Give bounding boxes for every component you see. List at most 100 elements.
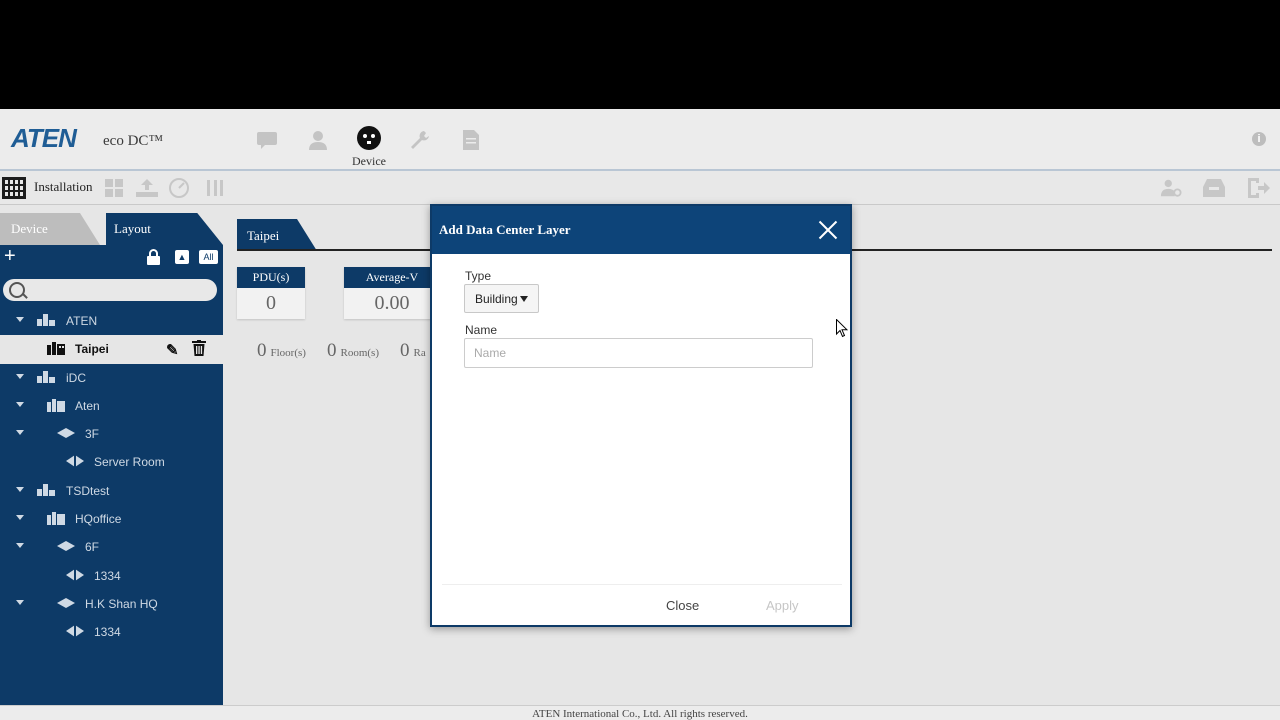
room-icon	[66, 455, 84, 468]
stat-card-value: 0.00	[374, 292, 410, 314]
count-unit: Floor(s)	[270, 347, 306, 359]
rack-count: 0 Ra	[400, 340, 426, 362]
search-icon	[9, 282, 25, 298]
tree-node-taipei[interactable]: Taipei ✎	[0, 335, 223, 364]
stat-card-average-v: Average-V 0.00	[344, 267, 440, 319]
apply-button[interactable]: Apply	[766, 598, 799, 613]
tab-device[interactable]: Device	[0, 213, 100, 245]
product-name: eco DC™	[103, 133, 164, 149]
chevron-down-icon[interactable]	[16, 430, 24, 436]
close-icon[interactable]	[818, 220, 838, 240]
add-layer-dialog: Add Data Center Layer Type Building Name…	[430, 204, 852, 627]
chevron-down-icon[interactable]	[16, 543, 24, 549]
tree-node-hqoffice[interactable]: HQoffice	[0, 505, 223, 533]
stat-card-value: 0	[266, 292, 276, 314]
gauge-icon[interactable]	[168, 177, 190, 199]
tree-node-label: 1334	[94, 568, 121, 583]
tree-node-label: iDC	[66, 370, 86, 385]
section-bar: Installation	[0, 169, 1280, 205]
chevron-down-icon[interactable]	[16, 401, 24, 407]
floor-icon	[57, 427, 75, 440]
tree-node-label: HQoffice	[75, 512, 122, 527]
trash-icon[interactable]	[192, 340, 206, 360]
tree-node-3f[interactable]: 3F	[0, 420, 223, 448]
copyright-footer: ATEN International Co., Ltd. All rights …	[0, 705, 1280, 720]
sidebar-search[interactable]	[3, 279, 217, 301]
inbox-icon[interactable]	[1203, 177, 1225, 199]
tree-node-label: Taipei	[75, 342, 109, 357]
user-settings-icon[interactable]	[1160, 177, 1182, 199]
installation-grid-icon[interactable]	[2, 177, 26, 199]
tree-node-1334[interactable]: 1334	[0, 618, 223, 646]
tree-node-aten-building[interactable]: Aten	[0, 392, 223, 420]
chevron-down-icon[interactable]	[16, 486, 24, 492]
tree-node-tsdtest[interactable]: TSDtest	[0, 477, 223, 505]
tree-node-label: ATEN	[66, 314, 98, 328]
tree-node-1334[interactable]: 1334	[0, 562, 223, 590]
chevron-down-icon[interactable]	[16, 317, 24, 322]
collapse-up-icon[interactable]: ▲	[175, 250, 189, 264]
chevron-down-icon[interactable]	[16, 599, 24, 605]
tree-node-label: 1334	[94, 625, 121, 640]
building-icon	[47, 512, 65, 526]
organization-icon	[37, 370, 55, 384]
add-icon[interactable]: +	[4, 246, 16, 266]
tree-node-label: 3F	[85, 427, 100, 442]
tab-taipei-label: Taipei	[247, 228, 280, 243]
tree-node-label: TSDtest	[66, 483, 110, 498]
sidebar-toolbar: + ▲ All	[0, 245, 223, 273]
tree-node-idc[interactable]: iDC	[0, 364, 223, 392]
wrench-icon[interactable]	[407, 127, 433, 153]
stat-card-header: PDU(s)	[237, 267, 305, 288]
building-icon	[47, 342, 65, 356]
type-select[interactable]: Building	[464, 284, 539, 313]
tools-icon[interactable]	[204, 177, 226, 199]
tab-taipei[interactable]: Taipei	[237, 219, 317, 251]
app-window: ATEN eco DC™ Device i Installation Devic…	[0, 109, 1280, 720]
floor-count: 0 Floor(s)	[257, 340, 306, 362]
top-bar: ATEN eco DC™ Device i	[0, 109, 1280, 169]
tree-node-6f[interactable]: 6F	[0, 533, 223, 561]
lock-icon[interactable]	[147, 249, 160, 265]
upload-icon[interactable]	[136, 177, 158, 199]
dashboard-icon[interactable]	[103, 177, 125, 199]
dialog-footer-divider	[442, 584, 842, 585]
document-icon[interactable]	[458, 127, 484, 153]
user-icon[interactable]	[305, 127, 331, 153]
stat-card-pdu: PDU(s) 0	[237, 267, 305, 319]
expand-all-button[interactable]: All	[199, 250, 218, 264]
tab-layout[interactable]: Layout	[106, 213, 223, 245]
tree-node-server-room[interactable]: Server Room	[0, 448, 223, 476]
close-button[interactable]: Close	[666, 598, 699, 613]
chevron-down-icon[interactable]	[16, 515, 24, 521]
count-value: 0	[400, 340, 410, 361]
outlet-icon[interactable]	[356, 125, 382, 151]
comment-icon[interactable]	[254, 127, 280, 153]
stat-card-header: Average-V	[344, 267, 440, 288]
sidebar-tabs: Device Layout	[0, 205, 223, 245]
building-icon	[47, 398, 65, 412]
edit-icon[interactable]: ✎	[166, 341, 179, 359]
chevron-down-icon[interactable]	[16, 373, 24, 379]
room-count: 0 Room(s)	[327, 340, 379, 362]
nav-device-label[interactable]: Device	[352, 154, 386, 169]
room-icon	[66, 625, 84, 638]
caret-down-icon	[520, 296, 528, 302]
type-select-value: Building	[475, 292, 518, 306]
tab-layout-label: Layout	[114, 221, 151, 236]
info-icon[interactable]: i	[1252, 132, 1266, 146]
dialog-title: Add Data Center Layer	[439, 222, 571, 237]
aten-logo: ATEN	[11, 123, 77, 153]
name-input[interactable]	[464, 338, 813, 368]
dialog-header: Add Data Center Layer	[432, 206, 850, 254]
installation-label: Installation	[34, 179, 93, 194]
tree-node-label: Server Room	[94, 455, 165, 470]
layout-tree: ATEN Taipei ✎ iDC Aten 3F Server Room TS…	[0, 307, 223, 647]
floor-icon	[57, 540, 75, 553]
tree-node-hk-shan-hq[interactable]: H.K Shan HQ	[0, 590, 223, 618]
count-value: 0	[257, 340, 267, 361]
room-icon	[66, 568, 84, 582]
tree-node-aten[interactable]: ATEN	[0, 307, 223, 335]
logout-icon[interactable]	[1248, 177, 1270, 199]
tab-device-label: Device	[11, 221, 48, 236]
